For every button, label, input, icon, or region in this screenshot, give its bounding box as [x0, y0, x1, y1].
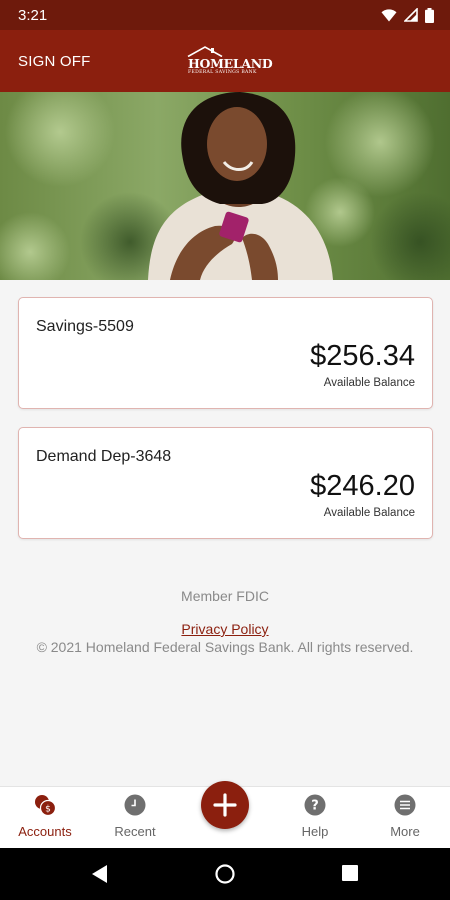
logo-name: HOMELAND: [188, 56, 273, 71]
status-time: 3:21: [18, 6, 48, 24]
homeland-logo: HOMELAND FEDERAL SAVINGS BANK: [186, 46, 273, 76]
member-fdic-text: Member FDIC: [181, 588, 269, 604]
status-bar: 3:21: [0, 0, 450, 30]
nav-help[interactable]: ? Help: [270, 787, 360, 849]
privacy-policy-container: Privacy Policy: [0, 621, 450, 639]
svg-text:?: ?: [311, 799, 319, 814]
menu-icon: [394, 794, 416, 816]
sign-off-button[interactable]: SIGN OFF: [18, 53, 90, 70]
home-icon[interactable]: [215, 864, 235, 884]
clock-icon: [124, 794, 146, 816]
svg-text:$: $: [45, 805, 51, 815]
app-bar: SIGN OFF HOMELAND FEDERAL SAVINGS BANK: [0, 30, 450, 92]
help-icon: ?: [304, 794, 326, 816]
account-balance: $246.20: [310, 470, 415, 502]
status-icons: [381, 7, 434, 23]
hero-image: [0, 92, 450, 280]
system-nav-bar: [0, 848, 450, 900]
bottom-nav: $ Accounts Recent ? Help More: [0, 781, 450, 849]
nav-more[interactable]: More: [360, 787, 450, 849]
nav-recent[interactable]: Recent: [90, 787, 180, 849]
add-button[interactable]: [201, 781, 249, 829]
account-name: Savings-5509: [36, 318, 134, 335]
nav-label-recent: Recent: [114, 824, 156, 839]
accounts-icon: $: [35, 795, 56, 816]
plus-icon: [213, 793, 237, 817]
nav-label-accounts: Accounts: [18, 824, 72, 839]
signal-icon: [404, 8, 418, 22]
available-balance-label: Available Balance: [323, 507, 415, 519]
overview-icon[interactable]: [342, 865, 358, 881]
nav-label-more: More: [390, 824, 420, 839]
account-card-savings[interactable]: Savings-5509 $256.34 Available Balance: [18, 297, 433, 409]
battery-icon: [425, 7, 434, 23]
copyright-text: © 2021 Homeland Federal Savings Bank. Al…: [36, 639, 414, 655]
available-balance-label: Available Balance: [323, 377, 415, 389]
logo-subtitle: FEDERAL SAVINGS BANK: [188, 70, 257, 75]
wifi-icon: [381, 8, 397, 21]
account-balance: $256.34: [310, 340, 415, 372]
nav-label-help: Help: [301, 824, 329, 839]
account-card-demand-deposit[interactable]: Demand Dep-3648 $246.20 Available Balanc…: [18, 427, 433, 539]
nav-accounts[interactable]: $ Accounts: [0, 787, 90, 849]
privacy-policy-link[interactable]: Privacy Policy: [181, 621, 268, 637]
back-icon[interactable]: [91, 864, 109, 884]
account-name: Demand Dep-3648: [36, 448, 172, 465]
